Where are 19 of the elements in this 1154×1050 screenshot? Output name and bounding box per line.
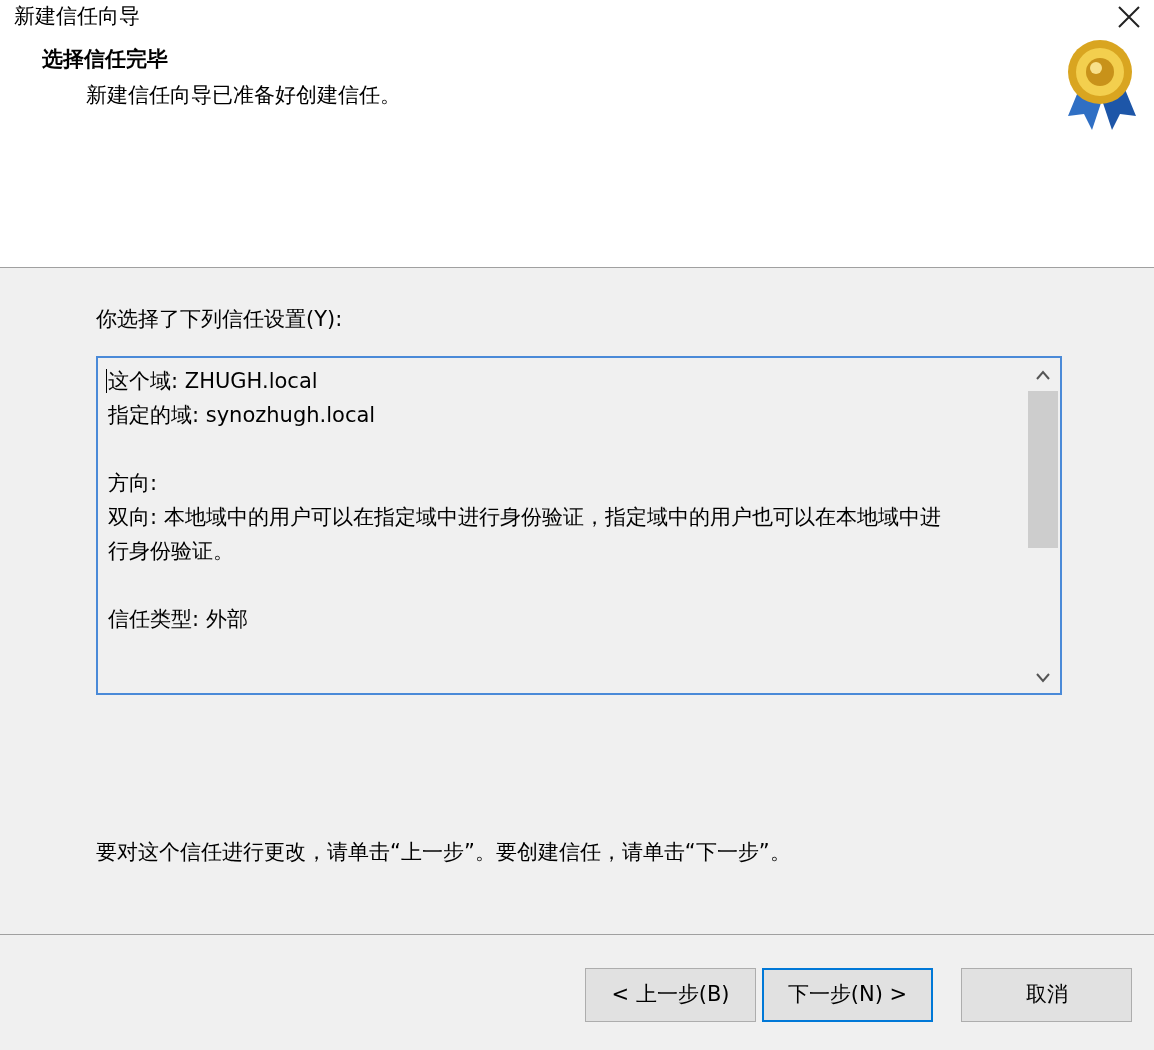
scroll-up-icon[interactable] bbox=[1036, 369, 1050, 380]
instruction-text: 要对这个信任进行更改，请单击“上一步”。要创建信任，请单击“下一步”。 bbox=[96, 838, 792, 866]
summary-line: 这个域: ZHUGH.local bbox=[108, 367, 318, 395]
page-subtitle: 新建信任向导已准备好创建信任。 bbox=[85, 81, 401, 109]
wizard-button[interactable]: 下一步(N) > bbox=[762, 967, 933, 1022]
summary-text-box[interactable]: 这个域: ZHUGH.local 指定的域: synozhugh.local 方向: 双向: 本地域中的用户可以在指定域中进行身份验证，指定域中的用户也可以在本地域中进行身份验证。 信任类型: 外部 bbox=[96, 355, 1062, 695]
summary-line: 双向: 本地域中的用户可以在指定域中进行身份验证，指定域中的用户也可以在本地域中进行身份验证。 bbox=[108, 503, 942, 565]
summary-line: 信任类型: 外部 bbox=[108, 605, 248, 633]
window-title: 新建信任向导 bbox=[14, 3, 140, 31]
wizard-button[interactable]: < 上一步(B) bbox=[585, 967, 756, 1022]
page-title: 选择信任完毕 bbox=[42, 46, 169, 73]
close-icon[interactable] bbox=[1118, 6, 1140, 28]
scrollbar-thumb[interactable] bbox=[1028, 390, 1058, 548]
settings-label: 你选择了下列信任设置(Y): bbox=[96, 306, 344, 333]
wizard-button[interactable]: 取消 bbox=[961, 967, 1132, 1022]
summary-line: 方向: bbox=[108, 469, 158, 497]
summary-line: 指定的域: synozhugh.local bbox=[108, 401, 376, 429]
text-cursor bbox=[106, 368, 107, 393]
scroll-down-icon[interactable] bbox=[1036, 672, 1050, 683]
